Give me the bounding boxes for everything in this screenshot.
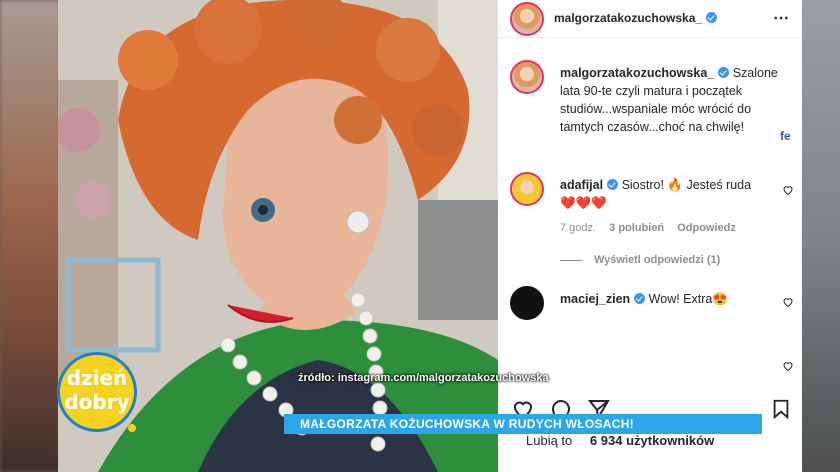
- reply-button[interactable]: Odpowiedz: [677, 222, 736, 234]
- instagram-panel: malgorzatakozuchowska_ ⋯ malgorzatakozuc…: [498, 0, 802, 472]
- background-right: [800, 0, 840, 472]
- caption-fragment: fe: [780, 129, 791, 143]
- more-options-icon[interactable]: ⋯: [773, 8, 790, 28]
- comment-text: Siostro! 🔥 Jesteś ruda: [621, 178, 752, 192]
- like-comment-heart-icon[interactable]: [782, 296, 794, 308]
- caption-username[interactable]: malgorzatakozuchowska_: [560, 66, 714, 80]
- author-avatar[interactable]: [510, 2, 544, 36]
- dzien-dobry-logo: dzień dobry: [57, 352, 137, 432]
- background-left: [0, 0, 60, 472]
- comment-maciej-zien: maciej_zien Wow! Extra😍: [560, 290, 770, 308]
- view-replies-button[interactable]: Wyświetl odpowiedzi (1): [560, 254, 720, 266]
- comment-adafijal: adafijal Siostro! 🔥 Jesteś ruda ❤️❤️❤️: [560, 176, 770, 212]
- bookmark-icon[interactable]: [770, 397, 792, 421]
- source-caption: źródło: instagram.com/malgorzatakozuchow…: [298, 372, 549, 384]
- comment-author[interactable]: adafijal: [560, 178, 603, 192]
- likes-number: 6 934: [589, 433, 623, 448]
- comment-text: Wow! Extra😍: [648, 292, 728, 306]
- comment-meta: 7 godz. 3 polubień Odpowiedz: [560, 222, 746, 234]
- verified-badge-icon: [706, 12, 718, 23]
- like-comment-heart-icon[interactable]: [782, 360, 794, 372]
- logo-dot: [128, 424, 136, 432]
- comment-author[interactable]: maciej_zien: [560, 292, 630, 306]
- caption-avatar[interactable]: [510, 60, 544, 94]
- likes-prefix: Lubią to: [526, 433, 573, 448]
- comment-time: 7 godz.: [560, 222, 597, 234]
- comment-avatar-adafijal[interactable]: [510, 172, 544, 206]
- comment-likes[interactable]: 3 polubień: [609, 222, 664, 234]
- verified-badge-icon: [634, 293, 646, 304]
- verified-badge-icon: [718, 67, 730, 78]
- comment-avatar-maciej-zien[interactable]: [510, 286, 544, 320]
- like-comment-heart-icon[interactable]: [782, 184, 794, 196]
- headline-banner: MAŁGORZATA KOŻUCHOWSKA W RUDYCH WŁOSACH!: [284, 414, 762, 434]
- likes-suffix: użytkowników: [626, 433, 715, 448]
- logo-line1: dzień: [66, 366, 128, 390]
- comment-emoji: ❤️❤️❤️: [560, 196, 607, 210]
- logo-line2: dobry: [64, 390, 130, 414]
- post-caption: malgorzatakozuchowska_ Szalone lata 90-t…: [560, 64, 792, 136]
- likes-count[interactable]: Lubią to 6 934 użytkowników: [526, 433, 714, 448]
- headline-text: MAŁGORZATA KOŻUCHOWSKA W RUDYCH WŁOSACH!: [300, 417, 634, 431]
- post-header: malgorzatakozuchowska_ ⋯: [498, 0, 802, 38]
- verified-badge-icon: [607, 179, 619, 190]
- author-username[interactable]: malgorzatakozuchowska_: [554, 11, 718, 25]
- author-name[interactable]: malgorzatakozuchowska_: [554, 11, 702, 25]
- video-frame: malgorzatakozuchowska_ ⋯ malgorzatakozuc…: [0, 0, 840, 472]
